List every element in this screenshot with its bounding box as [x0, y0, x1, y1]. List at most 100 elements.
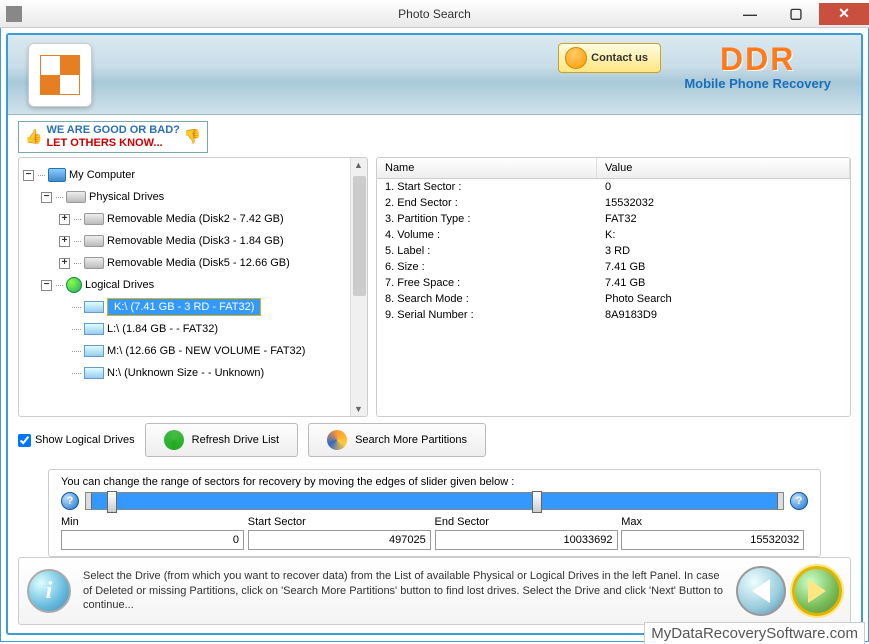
property-row[interactable]: 5. Label :3 RD	[377, 243, 850, 259]
maximize-button[interactable]: ▢	[773, 3, 819, 25]
property-row[interactable]: 7. Free Space :7.41 GB	[377, 275, 850, 291]
prop-value: FAT32	[605, 213, 842, 225]
brand-subtitle: Mobile Phone Recovery	[684, 76, 831, 91]
tree-root[interactable]: − ···· My Computer	[23, 164, 346, 186]
tree-item[interactable]: ·····L:\ (1.84 GB - - FAT32)	[71, 318, 346, 340]
info-icon: i	[27, 569, 71, 613]
contact-us-button[interactable]: Contact us	[558, 43, 661, 73]
refresh-drive-list-button[interactable]: Refresh Drive List	[145, 423, 298, 457]
col-name[interactable]: Name	[377, 158, 597, 178]
prop-value: 7.41 GB	[605, 261, 842, 273]
tree-label: L:\ (1.84 GB - - FAT32)	[107, 323, 218, 335]
tree-item-selected[interactable]: ·····K:\ (7.41 GB - 3 RD - FAT32)	[71, 296, 346, 318]
prop-value: K:	[605, 229, 842, 241]
logical-drive-icon	[84, 367, 104, 379]
footer-text: Select the Drive (from which you want to…	[83, 569, 724, 614]
tree-item[interactable]: +····Removable Media (Disk2 - 7.42 GB)	[59, 208, 346, 230]
drive-tree[interactable]: − ···· My Computer − ···· Physical Drive…	[19, 158, 350, 416]
properties-rows: 1. Start Sector :02. End Sector :1553203…	[377, 179, 850, 323]
expand-icon[interactable]: +	[59, 236, 70, 247]
sector-range-panel: You can change the range of sectors for …	[48, 469, 821, 557]
button-label: Refresh Drive List	[192, 434, 279, 446]
watermark: MyDataRecoverySoftware.com	[644, 622, 865, 644]
brand-block: DDR Mobile Phone Recovery	[684, 41, 831, 91]
expand-icon[interactable]: +	[59, 214, 70, 225]
search-more-partitions-button[interactable]: Search More Partitions	[308, 423, 486, 457]
property-row[interactable]: 6. Size :7.41 GB	[377, 259, 850, 275]
max-field: Max	[621, 516, 808, 550]
collapse-icon[interactable]: −	[41, 280, 52, 291]
prop-name: 7. Free Space :	[385, 277, 605, 289]
titlebar[interactable]: Photo Search — ▢ ✕	[0, 0, 869, 28]
checkbox-input[interactable]	[18, 434, 31, 447]
brand-name: DDR	[684, 41, 831, 78]
slider-end-handle[interactable]	[532, 491, 542, 513]
min-input[interactable]	[61, 530, 244, 550]
prop-name: 9. Serial Number :	[385, 309, 605, 321]
field-label: Start Sector	[248, 516, 435, 528]
prop-value: 15532032	[605, 197, 842, 209]
next-button[interactable]	[792, 566, 842, 616]
prop-name: 2. End Sector :	[385, 197, 605, 209]
help-icon[interactable]: ?	[790, 492, 808, 510]
globe-icon	[66, 277, 82, 293]
property-row[interactable]: 1. Start Sector :0	[377, 179, 850, 195]
help-icon[interactable]: ?	[61, 492, 79, 510]
property-row[interactable]: 2. End Sector :15532032	[377, 195, 850, 211]
prop-name: 1. Start Sector :	[385, 181, 605, 193]
sector-slider[interactable]	[85, 492, 784, 510]
computer-icon	[48, 168, 66, 182]
person-icon	[565, 47, 587, 69]
prop-name: 4. Volume :	[385, 229, 605, 241]
tree-scrollbar[interactable]	[350, 158, 367, 416]
start-sector-field: Start Sector	[248, 516, 435, 550]
close-button[interactable]: ✕	[819, 3, 869, 25]
prop-value: 7.41 GB	[605, 277, 842, 289]
drive-tree-panel: − ···· My Computer − ···· Physical Drive…	[18, 157, 368, 417]
max-input[interactable]	[621, 530, 804, 550]
tree-item[interactable]: ·····M:\ (12.66 GB - NEW VOLUME - FAT32)	[71, 340, 346, 362]
refresh-icon	[164, 430, 184, 450]
tree-physical-drives[interactable]: − ···· Physical Drives	[41, 186, 346, 208]
property-row[interactable]: 9. Serial Number :8A9183D9	[377, 307, 850, 323]
property-row[interactable]: 8. Search Mode :Photo Search	[377, 291, 850, 307]
prop-name: 6. Size :	[385, 261, 605, 273]
prop-value: 3 RD	[605, 245, 842, 257]
app-icon	[6, 6, 22, 22]
tree-label: My Computer	[69, 169, 135, 181]
col-value[interactable]: Value	[597, 158, 850, 178]
end-sector-input[interactable]	[435, 530, 618, 550]
minimize-button[interactable]: —	[727, 3, 773, 25]
slider-instruction: You can change the range of sectors for …	[61, 476, 808, 488]
removable-drive-icon	[84, 257, 104, 269]
thumbs-down-icon: 👎	[184, 129, 201, 144]
collapse-icon[interactable]: −	[41, 192, 52, 203]
expand-icon[interactable]: +	[59, 258, 70, 269]
feedback-banner[interactable]: 👍 WE ARE GOOD OR BAD? LET OTHERS KNOW...…	[18, 121, 208, 153]
tree-logical-drives[interactable]: − ···· Logical Drives	[41, 274, 346, 296]
tree-label: N:\ (Unknown Size - - Unknown)	[107, 367, 264, 379]
contact-label: Contact us	[591, 52, 648, 64]
prop-name: 5. Label :	[385, 245, 605, 257]
checkbox-label: Show Logical Drives	[35, 434, 135, 446]
tree-item[interactable]: ·····N:\ (Unknown Size - - Unknown)	[71, 362, 346, 384]
prop-value: 0	[605, 181, 842, 193]
window-title: Photo Search	[398, 7, 471, 21]
tree-item[interactable]: +····Removable Media (Disk5 - 12.66 GB)	[59, 252, 346, 274]
collapse-icon[interactable]: −	[23, 170, 34, 181]
end-sector-field: End Sector	[435, 516, 622, 550]
tree-label: K:\ (7.41 GB - 3 RD - FAT32)	[107, 298, 261, 316]
property-row[interactable]: 4. Volume :K:	[377, 227, 850, 243]
slider-start-handle[interactable]	[107, 491, 117, 513]
button-label: Search More Partitions	[355, 434, 467, 446]
logical-drive-icon	[84, 345, 104, 357]
start-sector-input[interactable]	[248, 530, 431, 550]
tree-label: Physical Drives	[89, 191, 164, 203]
tree-item[interactable]: +····Removable Media (Disk3 - 1.84 GB)	[59, 230, 346, 252]
footer-panel: i Select the Drive (from which you want …	[18, 557, 851, 625]
logical-drive-icon	[84, 323, 104, 335]
show-logical-checkbox[interactable]: Show Logical Drives	[18, 434, 135, 447]
back-button[interactable]	[736, 566, 786, 616]
property-row[interactable]: 3. Partition Type :FAT32	[377, 211, 850, 227]
drive-icon	[66, 191, 86, 203]
